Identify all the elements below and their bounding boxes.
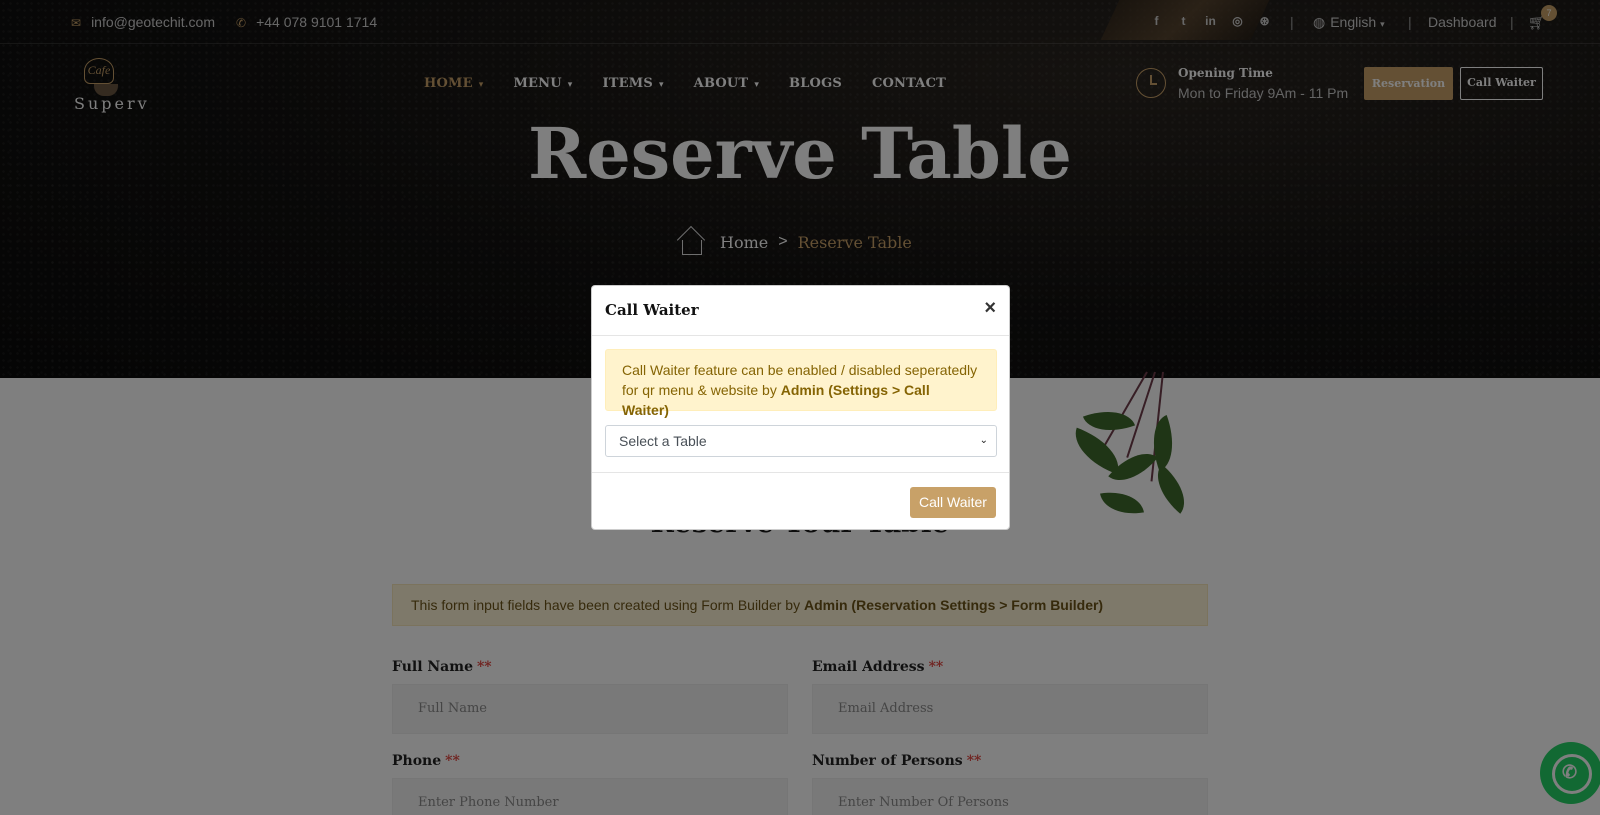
- chevron-down-icon: ⌄: [979, 435, 988, 446]
- modal-footer: Call Waiter: [592, 472, 1009, 530]
- modal-title: Call Waiter: [605, 301, 699, 319]
- close-icon[interactable]: ×: [984, 298, 996, 318]
- call-waiter-modal: Call Waiter × Call Waiter feature can be…: [591, 285, 1010, 530]
- table-select[interactable]: Select a Table ⌄: [605, 425, 997, 457]
- call-waiter-submit-button[interactable]: Call Waiter: [910, 487, 996, 518]
- table-select-value: Select a Table: [619, 433, 707, 449]
- modal-header: Call Waiter ×: [592, 286, 1009, 336]
- modal-alert: Call Waiter feature can be enabled / dis…: [605, 349, 997, 418]
